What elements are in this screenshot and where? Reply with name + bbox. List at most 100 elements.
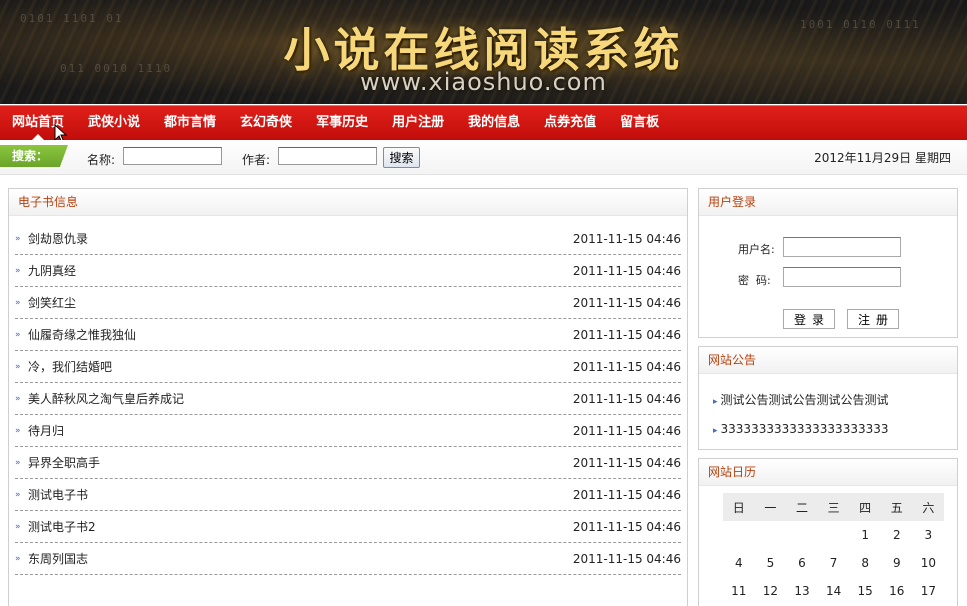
username-input[interactable]: [783, 237, 901, 257]
ebook-row[interactable]: » 冷，我们结婚吧 2011-11-15 04:46: [15, 352, 681, 383]
login-button[interactable]: 登录: [783, 309, 835, 329]
nav-item-my-info[interactable]: 我的信息: [456, 106, 532, 140]
calendar-day[interactable]: 6: [786, 549, 818, 577]
ebook-time: 2011-11-15 04:46: [572, 328, 681, 342]
ebook-row[interactable]: » 测试电子书 2011-11-15 04:46: [15, 480, 681, 511]
calendar-weekday: 一: [754, 493, 787, 521]
calendar-day: [723, 521, 755, 549]
password-label: 密 码:: [738, 274, 771, 287]
ebook-row[interactable]: » 测试电子书2 2011-11-15 04:46: [15, 512, 681, 543]
calendar-panel-title: 网站日历: [699, 459, 957, 486]
nav-item-urban-romance[interactable]: 都市言情: [152, 106, 228, 140]
calendar-weekday: 六: [912, 493, 945, 521]
nav-item-recharge[interactable]: 点券充值: [532, 106, 608, 140]
ebook-row[interactable]: » 剑劫恩仇录 2011-11-15 04:46: [15, 224, 681, 255]
ebook-time: 2011-11-15 04:46: [572, 424, 681, 438]
double-arrow-icon: »: [15, 298, 21, 308]
ebook-time: 2011-11-15 04:46: [572, 232, 681, 246]
calendar-day[interactable]: 5: [755, 549, 787, 577]
ebook-title[interactable]: 待月归: [28, 416, 64, 446]
site-banner: 0101 1101 01 011 0010 1110 1001 0110 011…: [0, 0, 967, 104]
nav-item-home[interactable]: 网站首页: [0, 106, 76, 140]
calendar-day[interactable]: 12: [755, 577, 787, 605]
nav-item-guestbook[interactable]: 留言板: [608, 106, 671, 140]
ebook-title[interactable]: 测试电子书2: [28, 512, 96, 542]
double-arrow-icon: »: [15, 522, 21, 532]
ebook-title[interactable]: 剑笑红尘: [28, 288, 76, 318]
nav-item-register[interactable]: 用户注册: [380, 106, 456, 140]
ebook-title[interactable]: 测试电子书: [28, 480, 88, 510]
ebook-row[interactable]: » 待月归 2011-11-15 04:46: [15, 416, 681, 447]
ebook-row[interactable]: » 美人醉秋风之淘气皇后养成记 2011-11-15 04:46: [15, 384, 681, 415]
ebook-title[interactable]: 剑劫恩仇录: [28, 224, 88, 254]
calendar-day[interactable]: 4: [723, 549, 755, 577]
nav-item-military-history[interactable]: 军事历史: [304, 106, 380, 140]
ebook-panel: 电子书信息 » 剑劫恩仇录 2011-11-15 04:46 » 九阴真经 2011-11…: [8, 188, 688, 606]
calendar-day[interactable]: 1: [849, 521, 881, 549]
ebook-title[interactable]: 东周列国志: [28, 544, 88, 574]
ebook-time: 2011-11-15 04:46: [572, 456, 681, 470]
username-label: 用户名:: [738, 243, 775, 256]
calendar-day[interactable]: 17: [913, 577, 945, 605]
double-arrow-icon: »: [15, 458, 21, 468]
notice-panel-title: 网站公告: [699, 347, 957, 374]
ebook-row[interactable]: » 仙履奇缘之惟我独仙 2011-11-15 04:46: [15, 320, 681, 351]
notice-panel: 网站公告 ▸ 测试公告测试公告测试公告测试 ▸ 333333333333333333…: [698, 346, 958, 450]
ebook-time: 2011-11-15 04:46: [572, 552, 681, 566]
calendar-day[interactable]: 13: [786, 577, 818, 605]
notice-item[interactable]: ▸ 测试公告测试公告测试公告测试: [713, 391, 889, 408]
ebook-title[interactable]: 美人醉秋风之淘气皇后养成记: [28, 384, 184, 414]
bullet-arrow-icon: ▸: [713, 397, 718, 407]
ebook-time: 2011-11-15 04:46: [572, 296, 681, 310]
name-label: 名称:: [87, 153, 116, 167]
calendar-weekday: 四: [849, 493, 881, 521]
calendar-weekday: 二: [786, 493, 818, 521]
search-tag: 搜索：: [0, 145, 68, 167]
calendar-day[interactable]: 16: [881, 577, 913, 605]
ebook-row[interactable]: » 剑笑红尘 2011-11-15 04:46: [15, 288, 681, 319]
calendar-day[interactable]: 7: [818, 549, 850, 577]
ebook-row[interactable]: » 九阴真经 2011-11-15 04:46: [15, 256, 681, 287]
ebook-panel-title: 电子书信息: [9, 189, 687, 216]
calendar-day[interactable]: 3: [913, 521, 945, 549]
ebook-title[interactable]: 异界全职高手: [28, 448, 100, 478]
double-arrow-icon: »: [15, 490, 21, 500]
author-search-input[interactable]: [278, 147, 377, 165]
ebook-title[interactable]: 仙履奇缘之惟我独仙: [28, 320, 136, 350]
calendar-panel: 网站日历 日一二三四五六 1 2 3 4 5 6 7 8 9 10 11 12 13 14 15 16 17: [698, 458, 958, 606]
calendar-day[interactable]: 10: [913, 549, 945, 577]
bullet-arrow-icon: ▸: [713, 426, 718, 436]
ebook-title[interactable]: 九阴真经: [28, 256, 76, 286]
password-input[interactable]: [783, 267, 901, 287]
nav-item-fantasy[interactable]: 玄幻奇侠: [228, 106, 304, 140]
search-bar: 搜索： 名称: 作者: 搜索 2012年11月29日 星期四: [0, 140, 967, 175]
nav-item-wuxia[interactable]: 武侠小说: [76, 106, 152, 140]
ebook-list: » 剑劫恩仇录 2011-11-15 04:46 » 九阴真经 2011-11-15 04…: [9, 216, 687, 575]
ebook-time: 2011-11-15 04:46: [572, 360, 681, 374]
ebook-time: 2011-11-15 04:46: [572, 264, 681, 278]
calendar-day[interactable]: 8: [849, 549, 881, 577]
search-button[interactable]: 搜索: [383, 147, 420, 168]
notice-item[interactable]: ▸ 3333333333333333333333: [713, 422, 889, 436]
calendar-day[interactable]: 9: [881, 549, 913, 577]
calendar-table: 日一二三四五六 1 2 3 4 5 6 7 8 9 10 11 12 13 14 15 16 17: [723, 493, 945, 605]
double-arrow-icon: »: [15, 266, 21, 276]
calendar-day[interactable]: 2: [881, 521, 913, 549]
calendar-day: [786, 521, 818, 549]
ebook-row[interactable]: » 异界全职高手 2011-11-15 04:46: [15, 448, 681, 479]
calendar-weekday: 三: [817, 493, 850, 521]
current-date: 2012年11月29日 星期四: [814, 151, 951, 165]
name-search-input[interactable]: [123, 147, 222, 165]
double-arrow-icon: »: [15, 362, 21, 372]
double-arrow-icon: »: [15, 330, 21, 340]
notice-item-text: 测试公告测试公告测试公告测试: [720, 393, 889, 407]
ebook-title[interactable]: 冷，我们结婚吧: [28, 352, 112, 382]
calendar-day[interactable]: 14: [818, 577, 850, 605]
site-url: www.xiaoshuo.com: [360, 68, 607, 96]
ebook-row[interactable]: » 东周列国志 2011-11-15 04:46: [15, 544, 681, 575]
calendar-weekday: 日: [723, 493, 755, 521]
register-button[interactable]: 注册: [847, 309, 899, 329]
calendar-day[interactable]: 11: [723, 577, 755, 605]
calendar-day[interactable]: 15: [849, 577, 881, 605]
double-arrow-icon: »: [15, 234, 21, 244]
